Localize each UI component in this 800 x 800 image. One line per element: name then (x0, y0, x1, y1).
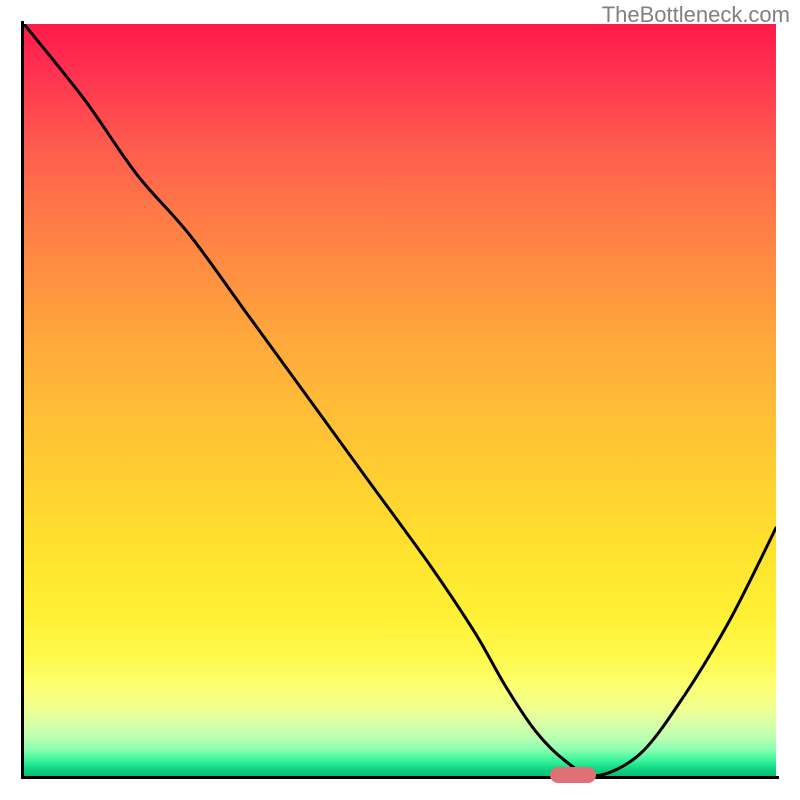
x-axis (21, 776, 779, 779)
bottleneck-chart: TheBottleneck.com (0, 0, 800, 800)
watermark-text: TheBottleneck.com (602, 2, 790, 28)
bottleneck-curve-path (24, 24, 776, 776)
curve-svg (24, 24, 776, 776)
plot-area (24, 24, 776, 776)
optimal-range-marker (550, 767, 595, 783)
